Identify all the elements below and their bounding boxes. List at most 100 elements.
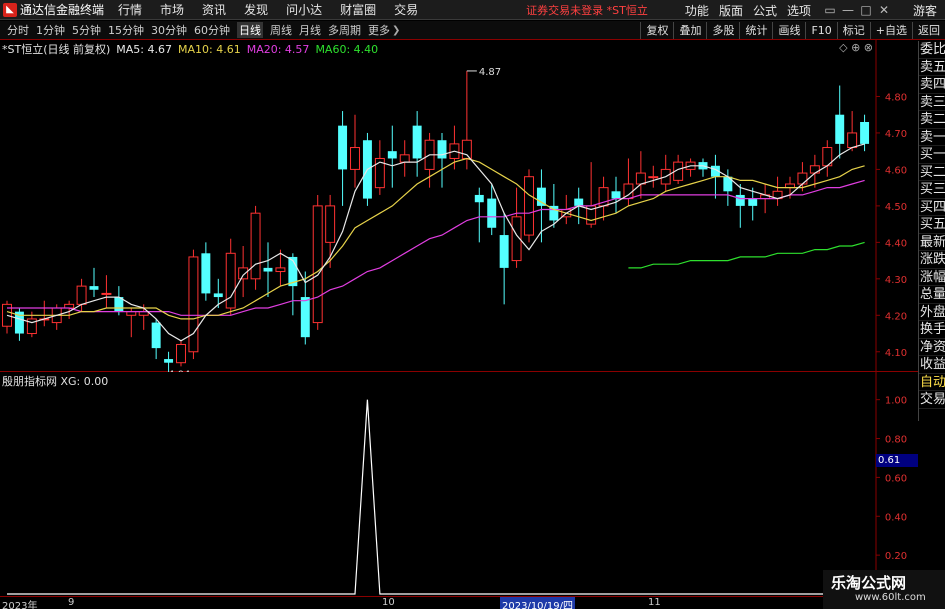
side-item[interactable]: 卖三 — [919, 94, 945, 111]
side-item[interactable]: 卖一 — [919, 129, 945, 146]
candle-body — [325, 205, 336, 243]
candle-body — [263, 267, 273, 272]
date-label: 2023年 — [2, 601, 38, 609]
side-trade[interactable]: 交易 — [919, 391, 945, 409]
period-5min[interactable]: 5分钟 — [72, 22, 101, 38]
y-tick-label: 4.40 — [885, 238, 907, 249]
side-item[interactable]: 收益 — [919, 356, 945, 374]
y-tick-label: 0.60 — [885, 473, 907, 484]
side-item[interactable]: 买三 — [919, 181, 945, 199]
candle-body — [213, 293, 223, 298]
side-item[interactable]: 最新 — [919, 234, 945, 251]
kline-chart[interactable]: 4.104.204.304.404.504.604.704.804.874.04 — [0, 40, 918, 372]
watermark-url: www.60lt.com — [855, 592, 926, 603]
period-daily[interactable]: 日线 — [237, 22, 263, 38]
side-item[interactable]: 总量 — [919, 286, 945, 304]
watermark-title: 乐淘公式网 — [831, 574, 907, 592]
tool-add-watchlist[interactable]: +自选 — [869, 22, 912, 39]
candle-body — [151, 322, 161, 349]
candle-body — [860, 122, 870, 144]
stock-title[interactable]: *ST恒立(日线 前复权) — [2, 41, 110, 57]
period-monthly[interactable]: 月线 — [299, 22, 321, 38]
candle-body — [176, 343, 186, 364]
side-auto-trade[interactable]: 自动 — [919, 374, 945, 391]
side-item[interactable]: 涨跌 — [919, 251, 945, 269]
tool-stats[interactable]: 统计 — [739, 22, 772, 39]
guest-label[interactable]: 游客 — [913, 2, 937, 19]
side-item[interactable]: 外盘 — [919, 304, 945, 321]
app-logo-icon: ◣ — [3, 2, 17, 17]
candle-body — [437, 140, 447, 159]
candle-body — [387, 151, 397, 159]
menu-assistant[interactable]: 问小达 — [286, 1, 322, 18]
candle-body — [524, 176, 534, 236]
side-item[interactable]: 净资 — [919, 339, 945, 356]
side-item[interactable]: 买一 — [919, 146, 945, 164]
menu-news[interactable]: 资讯 — [202, 1, 226, 18]
tool-draw[interactable]: 画线 — [772, 22, 805, 39]
menu-formula[interactable]: 公式 — [753, 2, 777, 19]
indicator-chart[interactable]: 0.20 0.40 0.60 0.80 1.00 — [0, 372, 918, 596]
tool-back[interactable]: 返回 — [912, 22, 945, 39]
legend-ma5: MA5: 4.67 — [116, 42, 172, 56]
indicator-legend[interactable]: 殷朋指标网 XG: 0.00 — [2, 373, 108, 389]
chart-setting-icons[interactable]: ◇ ⊕ ⊗ — [839, 41, 873, 54]
right-menu: 功能 版面 公式 选项 ▭ — □ ✕ 游客 — [685, 0, 945, 20]
candle-body — [499, 235, 509, 268]
period-1min[interactable]: 1分钟 — [36, 22, 65, 38]
legend-ma10: MA10: 4.61 — [178, 42, 241, 56]
login-status[interactable]: 证券交易未登录 *ST恒立 — [526, 2, 648, 18]
tool-multi-stock[interactable]: 多股 — [706, 22, 739, 39]
period-intraday[interactable]: 分时 — [7, 22, 29, 38]
candle-body — [201, 253, 211, 294]
chart-toolbar: 复权 叠加 多股 统计 画线 F10 标记 +自选 返回 — [640, 21, 945, 40]
candle-body — [574, 198, 584, 206]
side-item[interactable]: 卖四 — [919, 76, 945, 94]
tool-mark[interactable]: 标记 — [836, 22, 870, 39]
candle-body — [748, 198, 758, 206]
menu-layout[interactable]: 版面 — [719, 2, 743, 19]
menu-options[interactable]: 选项 — [787, 2, 811, 19]
side-item[interactable]: 卖二 — [919, 111, 945, 129]
ma10-line — [6, 157, 865, 320]
date-label: 11 — [648, 597, 661, 608]
menu-trade[interactable]: 交易 — [394, 1, 418, 18]
menu-quotes[interactable]: 行情 — [118, 1, 142, 18]
side-item[interactable]: 涨幅 — [919, 269, 945, 286]
period-30min[interactable]: 30分钟 — [151, 22, 187, 38]
candle-body — [797, 172, 808, 185]
candle-body — [101, 292, 112, 295]
side-item[interactable]: 卖五 — [919, 59, 945, 76]
y-tick-label: 4.10 — [885, 348, 907, 359]
current-value-tag: 0.61 — [876, 454, 918, 467]
annotation-label: 4.87 — [479, 67, 501, 78]
period-weekly[interactable]: 周线 — [270, 22, 292, 38]
restore-icon[interactable]: ▭ — [821, 3, 839, 17]
tool-f10[interactable]: F10 — [805, 22, 836, 39]
close-icon[interactable]: ✕ — [875, 3, 893, 17]
candle-body — [735, 194, 745, 206]
y-tick-label: 4.20 — [885, 311, 907, 322]
menu-functions[interactable]: 功能 — [685, 2, 709, 19]
side-item[interactable]: 委比 — [919, 41, 945, 59]
minimize-icon[interactable]: — — [839, 3, 857, 17]
period-60min[interactable]: 60分钟 — [194, 22, 230, 38]
period-multi[interactable]: 多周期 — [328, 22, 361, 38]
menu-market[interactable]: 市场 — [160, 1, 184, 18]
period-bar: 分时 1分钟 5分钟 15分钟 30分钟 60分钟 日线 周线 月线 多周期 更… — [0, 21, 945, 40]
y-tick-label: 4.50 — [885, 202, 907, 213]
period-15min[interactable]: 15分钟 — [108, 22, 144, 38]
side-item[interactable]: 买二 — [919, 164, 945, 181]
candle-body — [188, 256, 199, 353]
side-item[interactable]: 买五 — [919, 216, 945, 234]
tool-overlay[interactable]: 叠加 — [673, 22, 706, 39]
side-item[interactable]: 买四 — [919, 199, 945, 216]
tool-adjust[interactable]: 复权 — [640, 22, 673, 39]
side-item[interactable]: 换手 — [919, 321, 945, 339]
candle-body — [474, 194, 484, 203]
period-more[interactable]: 更多 — [368, 22, 390, 38]
menu-discover[interactable]: 发现 — [244, 1, 268, 18]
maximize-icon[interactable]: □ — [857, 3, 875, 17]
menu-wealth[interactable]: 财富圈 — [340, 1, 376, 18]
chevron-right-icon[interactable]: ❯ — [392, 25, 400, 36]
